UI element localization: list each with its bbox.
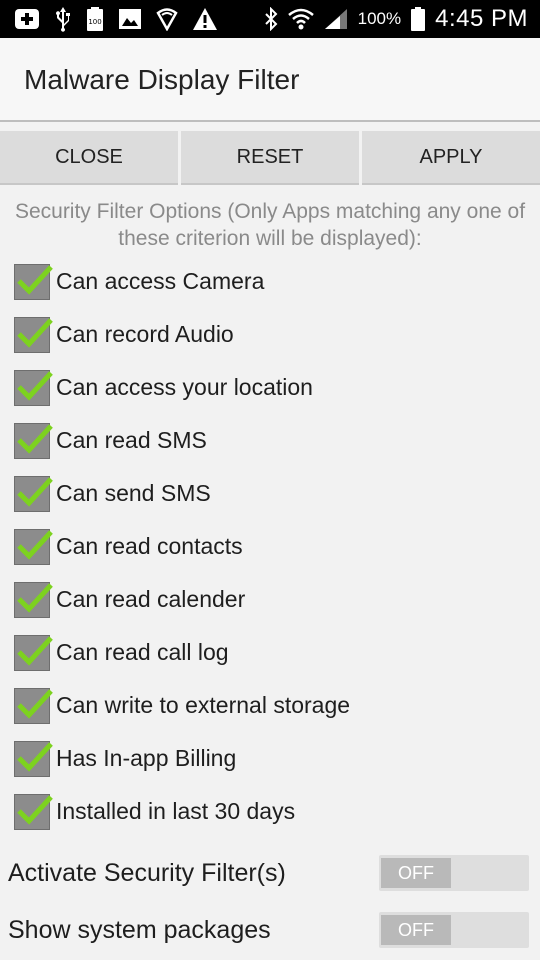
- checkbox[interactable]: [14, 369, 53, 406]
- checkbox[interactable]: [14, 263, 53, 300]
- filter-item-external-storage[interactable]: Can write to external storage: [14, 679, 534, 732]
- checkmark-icon: [17, 794, 53, 825]
- clock: 4:45 PM: [435, 5, 528, 32]
- bluetooth-icon: [264, 7, 278, 31]
- checkbox[interactable]: [14, 581, 53, 618]
- filter-item-label: Installed in last 30 days: [56, 798, 296, 824]
- filter-item-camera[interactable]: Can access Camera: [14, 255, 534, 308]
- checkbox[interactable]: [14, 740, 53, 777]
- filter-item-send-sms[interactable]: Can send SMS: [14, 467, 534, 520]
- checkmark-icon: [17, 423, 53, 454]
- close-button[interactable]: CLOSE: [0, 131, 178, 185]
- usb-icon: [54, 6, 72, 32]
- filter-item-label: Can record Audio: [56, 321, 234, 347]
- filter-item-location[interactable]: Can access your location: [14, 361, 534, 414]
- status-bar: 100 100% 4:45 PM: [0, 0, 540, 38]
- switch-state: OFF: [381, 858, 451, 888]
- filter-item-recent-install[interactable]: Installed in last 30 days: [14, 785, 534, 838]
- checkmark-icon: [17, 529, 53, 560]
- system-packages-label: Show system packages: [8, 915, 271, 944]
- checkmark-icon: [17, 741, 53, 772]
- checkmark-icon: [17, 582, 53, 613]
- checkbox[interactable]: [14, 793, 53, 830]
- filter-list: Can access Camera Can record Audio Can a…: [14, 255, 534, 838]
- battery-icon: [411, 7, 426, 31]
- filter-item-calendar[interactable]: Can read calender: [14, 573, 534, 626]
- filter-item-label: Has In-app Billing: [56, 745, 237, 771]
- filter-item-label: Can read call log: [56, 639, 229, 665]
- filter-item-read-sms[interactable]: Can read SMS: [14, 414, 534, 467]
- filter-item-label: Can read contacts: [56, 533, 243, 559]
- filter-item-label: Can read SMS: [56, 427, 207, 453]
- checkbox[interactable]: [14, 316, 53, 353]
- filter-item-label: Can access your location: [56, 374, 313, 400]
- system-packages-row: Show system packages OFF: [0, 906, 540, 954]
- image-icon: [118, 8, 142, 30]
- filter-item-label: Can send SMS: [56, 480, 211, 506]
- activate-filter-label: Activate Security Filter(s): [8, 858, 286, 887]
- battery-percent: 100%: [357, 9, 402, 28]
- checkbox[interactable]: [14, 634, 53, 671]
- filter-item-call-log[interactable]: Can read call log: [14, 626, 534, 679]
- checkmark-icon: [17, 264, 53, 295]
- action-bar: CLOSE RESET APPLY: [0, 131, 540, 185]
- svg-text:100: 100: [88, 18, 101, 26]
- system-packages-switch[interactable]: OFF: [379, 912, 529, 948]
- warning-icon: [192, 7, 218, 31]
- battery-100-icon: 100: [86, 6, 104, 32]
- reset-button[interactable]: RESET: [181, 131, 359, 185]
- page-title: Malware Display Filter: [24, 64, 300, 95]
- apply-button[interactable]: APPLY: [362, 131, 540, 185]
- filter-item-billing[interactable]: Has In-app Billing: [14, 732, 534, 785]
- activate-filter-row: Activate Security Filter(s) OFF: [0, 849, 540, 897]
- checkmark-icon: [17, 688, 53, 719]
- checkmark-icon: [17, 476, 53, 507]
- signal-icon: [324, 8, 348, 30]
- checkmark-icon: [17, 317, 53, 348]
- checkbox[interactable]: [14, 475, 53, 512]
- wifi-icon: [287, 8, 314, 30]
- checkbox[interactable]: [14, 422, 53, 459]
- checkmark-icon: [17, 370, 53, 401]
- filter-item-contacts[interactable]: Can read contacts: [14, 520, 534, 573]
- filter-item-label: Can read calender: [56, 586, 246, 612]
- filter-description: Security Filter Options (Only Apps match…: [14, 200, 526, 250]
- add-icon: [14, 8, 40, 30]
- title-bar: Malware Display Filter: [0, 38, 540, 122]
- filter-item-audio[interactable]: Can record Audio: [14, 308, 534, 361]
- checkmark-icon: [17, 635, 53, 666]
- filter-item-label: Can write to external storage: [56, 692, 351, 718]
- checkbox[interactable]: [14, 528, 53, 565]
- switch-state: OFF: [381, 915, 451, 945]
- checkbox[interactable]: [14, 687, 53, 724]
- filter-item-label: Can access Camera: [56, 268, 265, 294]
- vpn-shield-icon: [156, 7, 178, 31]
- activate-filter-switch[interactable]: OFF: [379, 855, 529, 891]
